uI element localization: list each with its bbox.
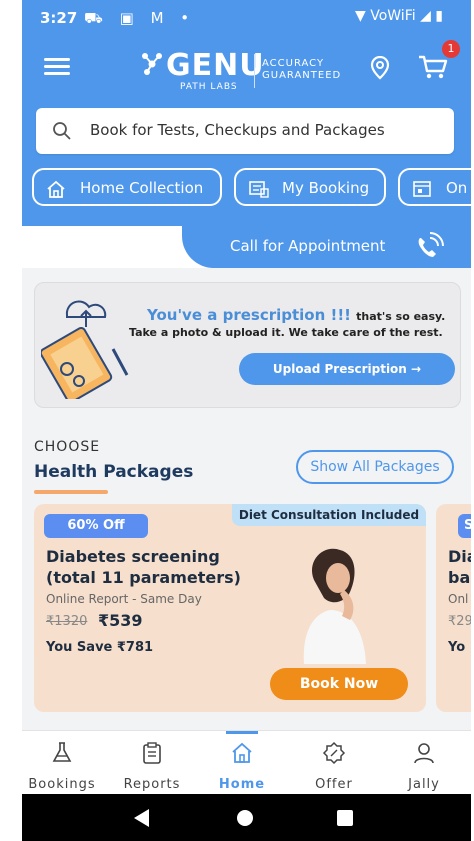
nav-bookings[interactable]: Bookings [22,731,102,795]
you-save: Yo [448,640,466,655]
flask-icon [52,742,72,762]
tagline-line-1: ACCURACY [262,58,325,69]
home-button-icon[interactable] [237,810,253,826]
book-now-button[interactable]: Book Now [270,668,408,700]
chip-label: Home Collection [80,179,204,197]
top-bar: GENU PATH LABS ACCURACY GUARANTEED 1 [22,36,471,102]
package-title-line-2: (total 11 parameters) [46,568,241,587]
status-left-icons: ⛟ ▣ M • [84,9,196,27]
chip-label: On [446,179,468,197]
back-icon[interactable] [134,809,149,827]
recents-icon[interactable] [337,810,353,826]
logo-mark-icon [142,53,162,75]
package-title-line-1: Dia [448,547,471,566]
package-title: Dia ba [448,546,471,588]
bottom-nav: Bookings Reports Home Offer Jally [22,730,471,795]
nav-offer[interactable]: Offer [294,731,374,795]
chip-my-booking[interactable]: My Booking [234,168,386,206]
nav-profile[interactable]: Jally [384,731,464,795]
prescription-clipboard-icon [41,300,129,399]
clipboard-icon [143,742,161,764]
logo-divider [254,54,255,88]
section-eyebrow: CHOOSE [34,439,101,455]
upload-prescription-button[interactable]: Upload Prescription → [239,353,455,385]
new-price: ₹539 [98,611,143,630]
logo-text: GENU [166,48,265,83]
search-placeholder: Book for Tests, Checkups and Packages [90,121,385,139]
nav-reports[interactable]: Reports [112,731,192,795]
section-underline [34,490,108,494]
nav-label: Jally [408,777,440,792]
chip-home-collection[interactable]: Home Collection [32,168,222,206]
prescription-headline: You've a prescription !!! that's so easy… [147,305,445,324]
phone-ring-icon[interactable] [412,232,444,262]
app-frame: 3:27 ⛟ ▣ M • ▼ VoWiFi ◢ ▮ GENU PATH LABS… [22,0,471,841]
chip-label: My Booking [282,179,370,197]
you-save: You Save ₹781 [46,640,154,655]
user-icon [414,743,434,764]
home-icon [232,742,252,763]
package-card-next[interactable]: S Dia ba Onl ₹29 Yo [436,504,471,712]
show-all-packages-button[interactable]: Show All Packages [296,450,454,484]
nav-label: Bookings [28,777,96,792]
search-icon [53,122,71,140]
old-price: ₹1320 [46,614,88,629]
status-right-icons: ▼ VoWiFi ◢ ▮ [355,8,443,24]
status-time: 3:27 [40,9,78,27]
woman-illustration-icon [303,548,366,664]
discount-badge: 60% Off [44,514,148,538]
menu-icon[interactable] [44,58,70,76]
logo-tagline: ACCURACY GUARANTEED [262,58,341,82]
offer-icon [322,741,346,765]
nav-home[interactable]: Home [202,731,282,795]
report-info: Onl [448,592,469,606]
package-title-line-1: Diabetes screening [46,547,220,566]
prescription-title-suffix: that's so easy. [356,310,446,323]
nav-label: Home [218,777,266,792]
prescription-title: You've a prescription !!! [147,306,352,324]
prescription-subline: Take a photo & upload it. We take care o… [129,326,443,339]
package-title-line-2: ba [448,568,471,587]
nav-label: Reports [123,777,181,792]
cart-badge: 1 [442,40,460,58]
calendar-icon [413,181,431,197]
discount-badge: S [458,514,471,538]
logo-subtext: PATH LABS [180,82,238,92]
quick-actions: Home Collection My Booking On [32,168,471,212]
search-bar[interactable]: Book for Tests, Checkups and Packages [36,108,454,154]
cart-icon[interactable] [418,54,448,80]
location-pin-icon[interactable] [370,56,390,80]
call-appointment-label[interactable]: Call for Appointment [230,237,385,255]
package-title: Diabetes screening (total 11 parameters) [46,546,266,588]
status-bar: 3:27 ⛟ ▣ M • ▼ VoWiFi ◢ ▮ [22,0,471,36]
chip-online[interactable]: On [398,168,471,206]
section-title: Health Packages [34,462,194,482]
report-info: Online Report - Same Day [46,592,202,606]
diet-consultation-tag: Diet Consultation Included [232,504,426,526]
system-nav-bar [22,794,471,841]
prescription-card: You've a prescription !!! that's so easy… [34,282,461,408]
home-icon [47,180,65,198]
nav-active-indicator [226,731,258,734]
tagline-line-2: GUARANTEED [262,70,342,81]
package-card[interactable]: 60% Off Diet Consultation Included Diabe… [34,504,426,712]
nav-label: Offer [315,777,353,792]
old-price: ₹29 [448,614,471,629]
booking-icon [249,181,269,198]
